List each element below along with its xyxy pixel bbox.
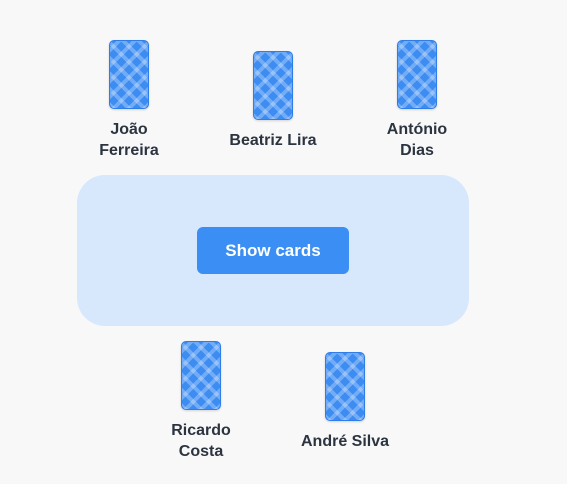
player-seat-ricardo-costa: Ricardo Costa: [141, 341, 261, 462]
player-name-line: João: [110, 121, 148, 138]
card-back: [397, 40, 437, 109]
player-seat-andre-silva: André Silva: [285, 352, 405, 452]
player-name: Beatriz Lira: [229, 130, 316, 151]
show-cards-button[interactable]: Show cards: [197, 227, 349, 274]
player-name-line: Beatriz Lira: [229, 132, 317, 149]
player-name-line: Costa: [178, 443, 224, 460]
player-seat-beatriz-lira: Beatriz Lira: [213, 51, 333, 151]
player-name-line: Dias: [400, 142, 434, 159]
card-back: [325, 352, 365, 421]
player-name: João Ferreira: [99, 119, 159, 161]
player-name-line: António: [386, 121, 448, 138]
player-name: Ricardo Costa: [171, 420, 231, 462]
player-name-line: André Silva: [300, 433, 390, 450]
player-name: André Silva: [301, 431, 389, 452]
player-seat-antonio-dias: António Dias: [357, 40, 477, 161]
card-back: [253, 51, 293, 120]
card-back: [109, 40, 149, 109]
player-name-line: Ricardo: [171, 422, 231, 439]
player-seat-joao-ferreira: João Ferreira: [69, 40, 189, 161]
card-back: [181, 341, 221, 410]
player-name-line: Ferreira: [99, 142, 159, 159]
player-name: António Dias: [387, 119, 447, 161]
